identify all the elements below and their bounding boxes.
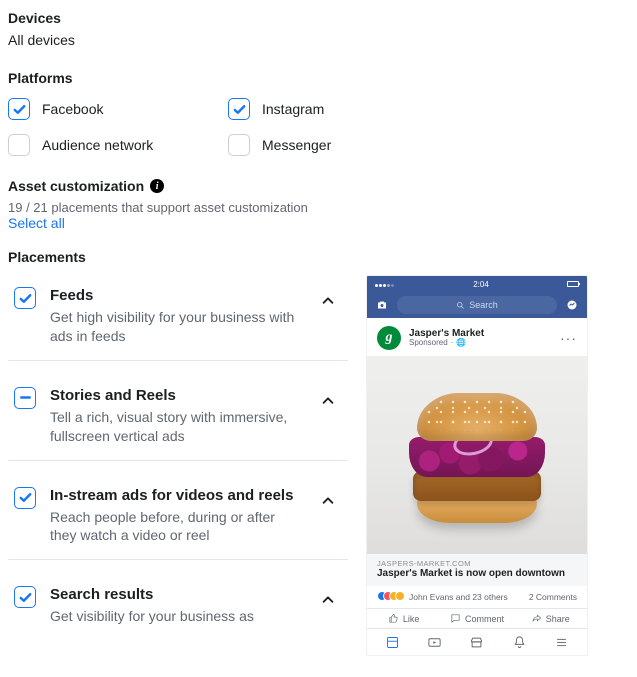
- chevron-up-icon[interactable]: [314, 586, 342, 614]
- like-button: Like: [367, 613, 440, 624]
- checkbox-messenger[interactable]: [228, 134, 250, 156]
- watch-tab-icon: [422, 635, 448, 650]
- preview-statusbar: 2:04: [367, 276, 587, 292]
- chevron-up-icon[interactable]: [314, 387, 342, 415]
- platform-instagram[interactable]: Instagram: [228, 98, 448, 120]
- asset-customization-heading: Asset customization: [8, 178, 144, 194]
- statusbar-time: 2:04: [473, 280, 489, 289]
- globe-icon: 🌐: [456, 339, 466, 348]
- placements-section: Placements Feeds Get high visibility for…: [8, 249, 629, 656]
- checkbox-stories-reels-indeterminate[interactable]: [14, 387, 36, 409]
- devices-heading: Devices: [8, 10, 629, 26]
- platform-label: Instagram: [262, 101, 324, 117]
- comment-icon: [450, 613, 461, 624]
- platform-messenger[interactable]: Messenger: [228, 134, 448, 156]
- checkbox-search-results[interactable]: [14, 586, 36, 608]
- select-all-link[interactable]: Select all: [8, 215, 629, 231]
- share-button: Share: [514, 613, 587, 624]
- reaction-icons: [377, 591, 405, 603]
- asset-customization-section: Asset customization i 19 / 21 placements…: [8, 178, 629, 231]
- preview-search: Search: [397, 296, 557, 314]
- placement-desc: Get high visibility for your business wi…: [50, 308, 300, 346]
- chevron-up-icon[interactable]: [314, 487, 342, 515]
- ellipsis-icon: ···: [560, 330, 577, 346]
- checkbox-instream[interactable]: [14, 487, 36, 509]
- platform-label: Facebook: [42, 101, 103, 117]
- checkbox-facebook[interactable]: [8, 98, 30, 120]
- avatar: g: [377, 326, 401, 350]
- devices-section: Devices All devices: [8, 10, 629, 48]
- comments-count: 2 Comments: [529, 592, 577, 602]
- camera-icon: [375, 298, 389, 312]
- placement-title: In-stream ads for videos and reels: [50, 487, 300, 504]
- platform-label: Messenger: [262, 137, 331, 153]
- search-icon: [456, 301, 465, 310]
- chevron-up-icon[interactable]: [314, 287, 342, 315]
- menu-tab-icon: [549, 635, 575, 650]
- placement-instream[interactable]: In-stream ads for videos and reels Reach…: [8, 461, 348, 561]
- devices-value: All devices: [8, 32, 629, 48]
- preview-actions: Like Comment Share: [367, 608, 587, 628]
- preview-navbar: Search: [367, 292, 587, 318]
- placement-title: Search results: [50, 586, 300, 603]
- placement-feeds[interactable]: Feeds Get high visibility for your busin…: [8, 275, 348, 361]
- checkbox-instagram[interactable]: [228, 98, 250, 120]
- signal-icon: [375, 280, 395, 289]
- ad-preview: 2:04 Search g Jasp: [366, 275, 588, 656]
- placement-title: Stories and Reels: [50, 387, 300, 404]
- placement-desc: Reach people before, during or after the…: [50, 508, 300, 546]
- comment-button: Comment: [440, 613, 513, 624]
- placement-stories-reels[interactable]: Stories and Reels Tell a rich, visual st…: [8, 361, 348, 461]
- preview-sponsored-label: Sponsored·🌐: [409, 339, 552, 348]
- like-icon: [388, 613, 399, 624]
- placement-desc: Tell a rich, visual story with immersive…: [50, 408, 300, 446]
- reactions-text: John Evans and 23 others: [409, 592, 508, 602]
- placements-heading: Placements: [8, 249, 629, 265]
- battery-icon: [567, 281, 579, 287]
- platform-label: Audience network: [42, 137, 153, 153]
- placement-desc: Get visibility for your business as: [50, 607, 300, 626]
- marketplace-tab-icon: [464, 635, 490, 650]
- platforms-heading: Platforms: [8, 70, 629, 86]
- feed-tab-icon: [379, 635, 405, 650]
- placement-search-results[interactable]: Search results Get visibility for your b…: [8, 560, 348, 640]
- preview-image: [367, 356, 587, 554]
- checkbox-audience-network[interactable]: [8, 134, 30, 156]
- preview-post-header: g Jasper's Market Sponsored·🌐 ···: [367, 318, 587, 356]
- share-icon: [531, 613, 542, 624]
- platforms-section: Platforms Facebook Instagram Audience ne…: [8, 70, 629, 156]
- asset-customization-subtext: 19 / 21 placements that support asset cu…: [8, 200, 629, 215]
- preview-tabbar: [367, 628, 587, 655]
- preview-headline: Jasper's Market is now open downtown: [377, 568, 577, 580]
- notifications-tab-icon: [506, 635, 532, 650]
- info-icon[interactable]: i: [150, 179, 164, 193]
- platform-facebook[interactable]: Facebook: [8, 98, 228, 120]
- bottom-fade: [0, 657, 637, 677]
- messenger-icon: [565, 298, 579, 312]
- preview-caption: JASPERS-MARKET.COM Jasper's Market is no…: [367, 554, 587, 586]
- checkbox-feeds[interactable]: [14, 287, 36, 309]
- placement-title: Feeds: [50, 287, 300, 304]
- preview-reactions: John Evans and 23 others 2 Comments: [367, 586, 587, 608]
- platform-audience-network[interactable]: Audience network: [8, 134, 228, 156]
- placements-list: Feeds Get high visibility for your busin…: [8, 275, 348, 640]
- search-placeholder: Search: [469, 300, 498, 310]
- preview-domain: JASPERS-MARKET.COM: [377, 559, 577, 568]
